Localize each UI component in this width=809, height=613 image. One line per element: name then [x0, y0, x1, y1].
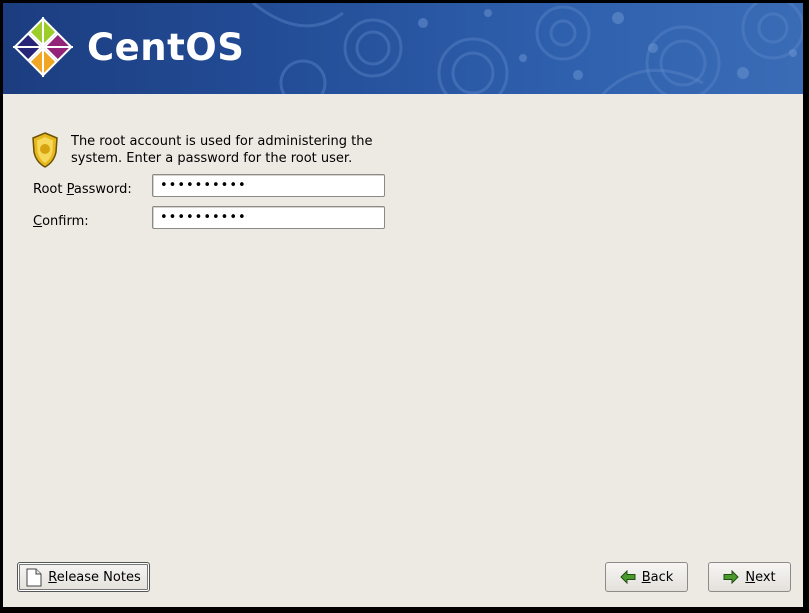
confirm-password-field[interactable]	[152, 206, 385, 229]
root-password-panel: The root account is used for administeri…	[3, 94, 803, 607]
root-password-field[interactable]	[152, 174, 385, 197]
header-banner: CentOS	[3, 3, 803, 94]
intro-text: The root account is used for administeri…	[71, 134, 373, 166]
root-password-label: Root Password:	[33, 182, 132, 197]
next-label: Next	[745, 569, 776, 585]
shield-icon	[32, 132, 58, 168]
centos-logo-text: CentOS	[87, 26, 245, 69]
document-icon	[26, 568, 42, 586]
next-arrow-icon	[723, 570, 740, 584]
centos-logo-icon	[13, 17, 73, 77]
installer-window: CentOS The root account is used for admi…	[3, 3, 803, 607]
back-button[interactable]: Back	[605, 562, 688, 592]
next-button[interactable]: Next	[708, 562, 791, 592]
release-notes-label: Release Notes	[48, 569, 141, 585]
back-label: Back	[641, 569, 674, 585]
confirm-password-label: Confirm:	[33, 214, 89, 229]
release-notes-button[interactable]: Release Notes	[17, 562, 150, 592]
back-arrow-icon	[619, 570, 636, 584]
